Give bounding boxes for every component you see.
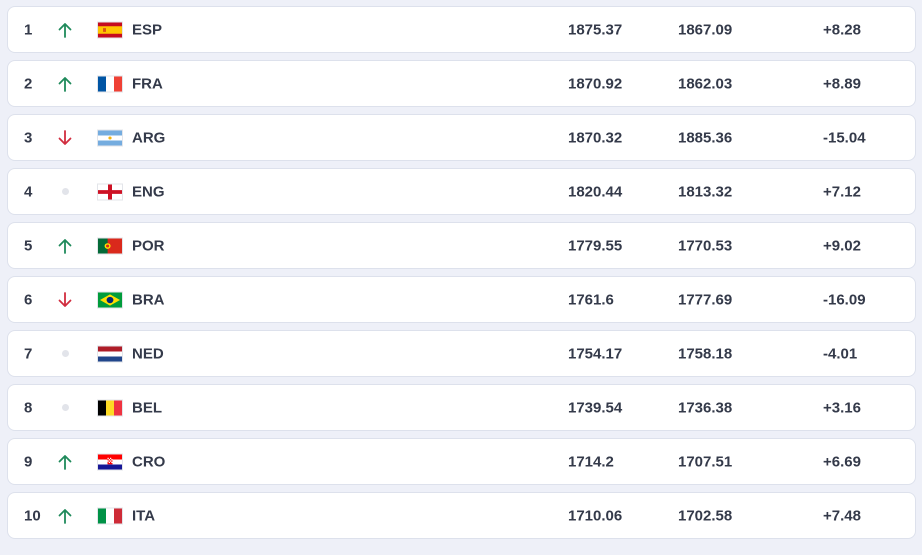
rank-number: 6 [24,291,33,308]
ranking-list: 1 ESP 1875.37 1867.09 +8.28 2 FRA 1870.9… [0,0,922,555]
ranking-row[interactable]: 2 FRA 1870.92 1862.03 +8.89 [7,60,916,107]
points-change: +8.28 [823,21,861,38]
rank-number: 5 [24,237,33,254]
croatia-flag-icon [97,453,123,470]
points-change: -16.09 [823,291,866,308]
previous-points: 1736.38 [678,399,733,416]
england-flag-icon [97,183,123,200]
previous-points: 1862.03 [678,75,733,92]
trend-up-icon [56,453,74,471]
points-change: +3.16 [823,399,861,416]
ranking-row[interactable]: 8 BEL 1739.54 1736.38 +3.16 [7,384,916,431]
previous-points: 1758.18 [678,345,733,362]
no-change-dot-icon [56,183,74,201]
trend-up-icon [56,237,74,255]
total-points: 1779.55 [568,237,623,254]
ranking-row[interactable]: 4 ENG 1820.44 1813.32 +7.12 [7,168,916,215]
team-code: NED [132,345,164,362]
rank-number: 1 [24,21,33,38]
belgium-flag-icon [97,399,123,416]
previous-points: 1702.58 [678,507,733,524]
trend-down-icon [56,129,74,147]
points-change: +7.12 [823,183,861,200]
total-points: 1710.06 [568,507,623,524]
rank-number: 9 [24,453,33,470]
total-points: 1754.17 [568,345,623,362]
total-points: 1714.2 [568,453,614,470]
team-code: BEL [132,399,162,416]
ranking-row[interactable]: 1 ESP 1875.37 1867.09 +8.28 [7,6,916,53]
ranking-row[interactable]: 7 NED 1754.17 1758.18 -4.01 [7,330,916,377]
brazil-flag-icon [97,291,123,308]
previous-points: 1867.09 [678,21,733,38]
portugal-flag-icon [97,237,123,254]
ranking-row[interactable]: 9 CRO 1714.2 1707.51 +6.69 [7,438,916,485]
netherlands-flag-icon [97,345,123,362]
trend-up-icon [56,21,74,39]
points-change: -4.01 [823,345,858,362]
trend-down-icon [56,291,74,309]
rank-number: 8 [24,399,33,416]
no-change-dot-icon [56,399,74,417]
trend-up-icon [56,507,74,525]
italy-flag-icon [97,507,123,524]
points-change: +7.48 [823,507,861,524]
rank-number: 7 [24,345,33,362]
rank-number: 4 [24,183,33,200]
points-change: -15.04 [823,129,866,146]
points-change: +6.69 [823,453,861,470]
rank-number: 10 [24,507,41,524]
ranking-row[interactable]: 5 POR 1779.55 1770.53 +9.02 [7,222,916,269]
previous-points: 1885.36 [678,129,733,146]
no-change-dot-icon [56,345,74,363]
points-change: +9.02 [823,237,861,254]
points-change: +8.89 [823,75,861,92]
ranking-row[interactable]: 6 BRA 1761.6 1777.69 -16.09 [7,276,916,323]
team-code: POR [132,237,165,254]
total-points: 1875.37 [568,21,623,38]
total-points: 1820.44 [568,183,623,200]
rank-number: 2 [24,75,33,92]
argentina-flag-icon [97,129,123,146]
team-code: BRA [132,291,165,308]
total-points: 1761.6 [568,291,614,308]
previous-points: 1707.51 [678,453,733,470]
total-points: 1870.32 [568,129,623,146]
rank-number: 3 [24,129,33,146]
team-code: FRA [132,75,163,92]
ranking-row[interactable]: 10 ITA 1710.06 1702.58 +7.48 [7,492,916,539]
team-code: ENG [132,183,165,200]
team-code: ARG [132,129,166,146]
france-flag-icon [97,75,123,92]
ranking-row[interactable]: 3 ARG 1870.32 1885.36 -15.04 [7,114,916,161]
total-points: 1739.54 [568,399,623,416]
previous-points: 1777.69 [678,291,733,308]
team-code: ESP [132,21,163,38]
previous-points: 1770.53 [678,237,733,254]
spain-flag-icon [97,21,123,38]
trend-up-icon [56,75,74,93]
team-code: ITA [132,507,156,524]
total-points: 1870.92 [568,75,623,92]
team-code: CRO [132,453,166,470]
previous-points: 1813.32 [678,183,733,200]
